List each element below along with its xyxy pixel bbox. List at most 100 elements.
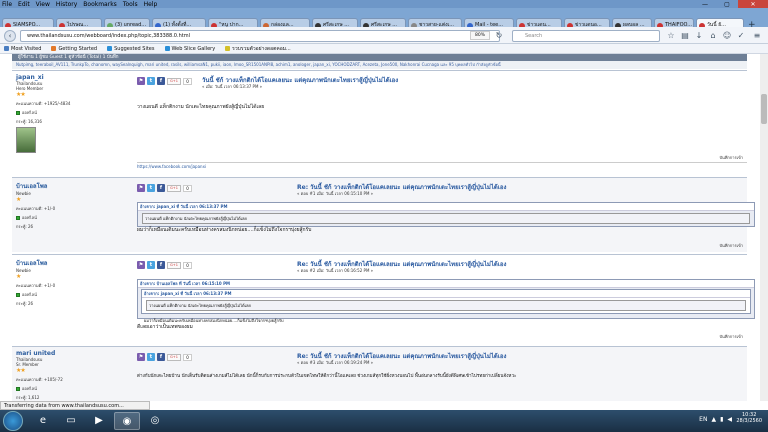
forum-post: mari united Thailandsusu Sr. Member ★★ ค… xyxy=(12,346,747,401)
quote-body: วางแผนดี แท็กติกงาม นักเตะไทยคุณภาพยังสู… xyxy=(142,213,750,224)
gplus-button[interactable]: G+1 xyxy=(167,353,181,361)
explorer-taskbar-icon[interactable]: ▭ xyxy=(58,412,84,430)
zoom-indicator[interactable]: 80% xyxy=(470,31,490,40)
twitter-icon[interactable]: t xyxy=(147,184,155,192)
nested-quote: อ้างจาก: japan_xi ที่ วันนี้ เวลา 06:13:… xyxy=(141,289,751,314)
twitter-icon[interactable]: t xyxy=(147,353,155,361)
share-icon[interactable]: ⚑ xyxy=(137,353,145,361)
smiley-icon xyxy=(225,46,231,51)
home-icon[interactable]: ⌂ xyxy=(708,31,718,41)
clock-date: 28/3/2560 xyxy=(736,418,762,424)
library-icon[interactable]: ▤ xyxy=(680,31,690,41)
author-name[interactable]: japan_xi xyxy=(16,74,131,81)
bookmarks-toolbar: Most Visited Getting Started Suggested S… xyxy=(0,44,768,54)
online-users: Nutpimg, teeraboil_AV111, TrunkpTo, chan… xyxy=(12,61,747,69)
author-postcount: กระทู้: 1,612 xyxy=(16,395,40,400)
facebook-icon[interactable]: f xyxy=(157,261,165,269)
rank-stars-icon: ★★ xyxy=(16,91,26,98)
language-indicator[interactable]: EN xyxy=(699,416,707,423)
post-body: ผมว่าก็เหมือนเดิมนะครับเหมือนห่างครสมงนิ… xyxy=(137,227,312,233)
twitter-icon[interactable]: t xyxy=(147,261,155,269)
share-icon[interactable]: ⚑ xyxy=(137,184,145,192)
back-icon[interactable]: ‹ xyxy=(4,30,16,42)
ie-taskbar-icon[interactable]: e xyxy=(30,412,56,430)
share-icon[interactable]: ⚑ xyxy=(137,261,145,269)
tray-up-arrow-icon[interactable]: ▲ xyxy=(711,416,716,423)
bookmark-most-visited[interactable]: Most Visited xyxy=(4,44,41,53)
facebook-icon[interactable]: f xyxy=(157,77,165,85)
title-bar: File Edit View History Bookmarks Tools H… xyxy=(0,0,768,9)
menu-history[interactable]: History xyxy=(56,1,77,8)
menu-file[interactable]: File xyxy=(2,1,12,8)
menu-edit[interactable]: Edit xyxy=(18,1,30,8)
author-name[interactable]: mari united xyxy=(16,350,131,357)
author-name[interactable]: บ้านเอลโพล xyxy=(16,181,131,191)
bookmark-thai[interactable]: รวบรวมตัวอย่างดอตคอม... xyxy=(225,44,291,53)
author-status: ออฟไลน์ xyxy=(16,291,131,298)
signature-link[interactable]: https://www.facebook.com/japanxi xyxy=(137,162,747,169)
reload-icon[interactable]: ↻ xyxy=(494,31,504,41)
forum-post: japan_xi Thailandsusu Hero Member ★★ คะแ… xyxy=(12,70,747,169)
vertical-scrollbar[interactable] xyxy=(760,54,768,401)
tab-strip: SIAMSPO... ไปรษณ... (3) unread... (1) ทั… xyxy=(0,8,768,33)
network-icon[interactable]: ▮ xyxy=(720,416,723,423)
chat-icon[interactable]: ☺ xyxy=(722,31,732,41)
ie-icon xyxy=(164,46,170,51)
menu-bookmarks[interactable]: Bookmarks xyxy=(83,1,117,8)
forum-header: ผู้ใช้งาน 1 ผู้ชม Guest 1 ดูหัวข้อนี้ (T… xyxy=(12,54,747,61)
media-player-taskbar-icon[interactable]: ▶ xyxy=(86,412,112,430)
bookmark-web-slice[interactable]: Web Slice Gallery xyxy=(164,44,215,53)
post-author: บ้านเอลโพล Newbie ★ คะแนนความดี: +1/-0 อ… xyxy=(16,258,131,307)
search-input[interactable]: Search xyxy=(512,30,660,42)
gplus-button[interactable]: G+1 xyxy=(167,77,181,85)
quote-header[interactable]: อ้างจาก: บ้านเอลโพล ที่ วันนี้ เวลา 06:1… xyxy=(138,280,754,288)
author-points: คะแนนความดี: +1/-0 xyxy=(16,283,56,288)
quote-block: อ้างจาก: บ้านเอลโพล ที่ วันนี้ เวลา 06:1… xyxy=(137,279,755,323)
post-author: บ้านเอลโพล Newbie ★ คะแนนความดี: +1/-0 อ… xyxy=(16,181,131,230)
url-bar[interactable]: www.thailandsusu.com/webboard/index.php/… xyxy=(20,30,500,42)
author-points: คะแนนความดี: +1925/-4834 xyxy=(16,101,71,106)
download-icon[interactable]: ↓ xyxy=(694,31,704,41)
quote-header[interactable]: อ้างจาก: japan_xi ที่ วันนี้ เวลา 06:13:… xyxy=(138,203,754,211)
start-button[interactable] xyxy=(3,411,23,431)
bookmark-suggested-sites[interactable]: Suggested Sites xyxy=(107,44,155,53)
forum-post: บ้านเอลโพล Newbie ★ คะแนนความดี: +1/-0 อ… xyxy=(12,254,755,342)
menu-tools[interactable]: Tools xyxy=(123,1,138,8)
twitter-icon[interactable]: t xyxy=(147,77,155,85)
author-name[interactable]: บ้านเอลโพล xyxy=(16,258,131,268)
post-meta: « เมื่อ: วันนี้ เวลา 06:13:37 PM » xyxy=(202,84,263,89)
share-icon[interactable]: ⚑ xyxy=(137,77,145,85)
star-icon[interactable]: ☆ xyxy=(666,31,676,41)
share-count: 0 xyxy=(183,261,192,269)
menu-icon[interactable]: ≡ xyxy=(752,31,762,41)
menu-view[interactable]: View xyxy=(36,1,50,8)
menu-help[interactable]: Help xyxy=(144,1,158,8)
author-postcount: กระทู้: 16,316 xyxy=(16,119,42,124)
bookmark-getting-started[interactable]: Getting Started xyxy=(51,44,97,53)
rank-stars-icon: ★ xyxy=(16,273,21,280)
clock[interactable]: 10:32 28/3/2560 xyxy=(736,412,762,424)
chrome-taskbar-icon[interactable]: ◎ xyxy=(142,412,168,430)
scrollbar-thumb[interactable] xyxy=(761,94,767,124)
volume-icon[interactable]: ◀ xyxy=(727,416,732,423)
post-meta: « ตอบ #1 เมื่อ: วันนี้ เวลา 06:15:10 PM … xyxy=(297,191,374,196)
folder-icon xyxy=(4,46,9,51)
save-record-link[interactable]: บันทึกการเข้า xyxy=(720,333,744,340)
offline-icon xyxy=(16,111,20,115)
facebook-icon[interactable]: f xyxy=(157,353,165,361)
pocket-icon[interactable]: ✓ xyxy=(736,31,746,41)
post-author: mari united Thailandsusu Sr. Member ★★ ค… xyxy=(16,350,131,401)
rank-stars-icon: ★ xyxy=(16,196,21,203)
gplus-button[interactable]: G+1 xyxy=(167,261,181,269)
rank-stars-icon: ★★ xyxy=(16,367,26,374)
save-record-link[interactable]: บันทึกการเข้า xyxy=(720,154,744,161)
save-record-link[interactable]: บันทึกการเข้า xyxy=(720,242,744,249)
page-content: ผู้ใช้งาน 1 ผู้ชม Guest 1 ดูหัวข้อนี้ (T… xyxy=(0,54,760,401)
facebook-icon[interactable]: f xyxy=(157,184,165,192)
firefox-icon xyxy=(51,46,57,51)
quote-header[interactable]: อ้างจาก: japan_xi ที่ วันนี้ เวลา 06:13:… xyxy=(142,290,750,298)
author-points: คะแนนความดี: +1/-0 xyxy=(16,206,56,211)
firefox-taskbar-icon[interactable]: ◉ xyxy=(114,412,140,430)
quote-block: อ้างจาก: japan_xi ที่ วันนี้ เวลา 06:13:… xyxy=(137,202,755,227)
gplus-button[interactable]: G+1 xyxy=(167,184,181,192)
